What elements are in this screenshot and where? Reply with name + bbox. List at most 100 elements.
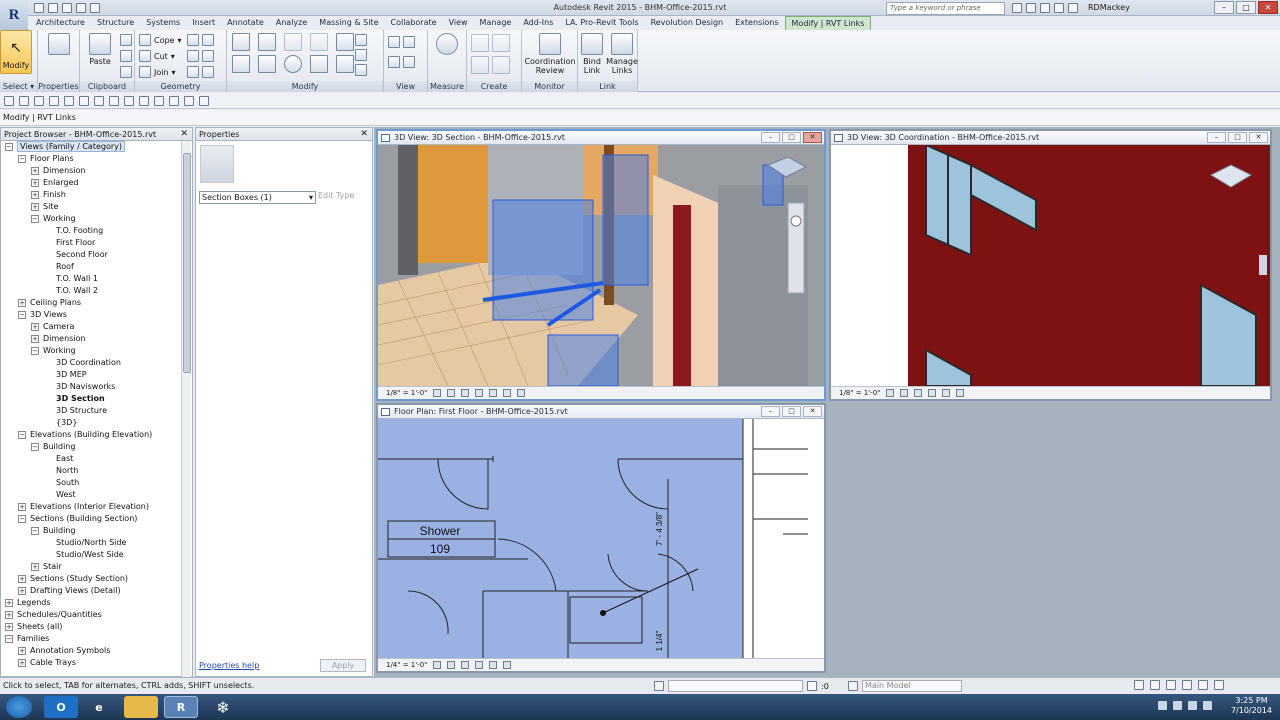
browser-item[interactable]: + Ceiling Plans xyxy=(1,297,181,309)
restore-view-icon[interactable]: □ xyxy=(782,406,801,417)
tab-insert[interactable]: Insert xyxy=(186,16,221,30)
undo-tb-icon[interactable] xyxy=(49,96,59,106)
browser-item[interactable]: T.O. Footing xyxy=(1,225,181,237)
expand-toggle-icon[interactable]: + xyxy=(18,658,26,667)
visual-style-icon[interactable] xyxy=(447,661,456,669)
expand-toggle-icon[interactable]: + xyxy=(31,178,39,187)
browser-item[interactable]: Roof xyxy=(1,261,181,273)
copy-element-icon[interactable] xyxy=(258,55,276,73)
select-by-face-icon[interactable] xyxy=(1182,680,1192,690)
measure-tb-icon[interactable] xyxy=(94,96,104,106)
tab-pro-revit-tools[interactable]: LA. Pro-Revit Tools xyxy=(559,16,644,30)
view-3d-coordination[interactable]: 3D View: 3D Coordination - BHM-Office-20… xyxy=(829,129,1272,401)
sun-path-icon[interactable] xyxy=(914,389,923,397)
hide-in-view-icon[interactable] xyxy=(388,36,400,48)
user-icon[interactable] xyxy=(1068,3,1078,13)
modify-button[interactable]: ↖ Modify xyxy=(0,30,32,74)
tab-view[interactable]: View xyxy=(443,16,474,30)
view-dropdown-icon[interactable] xyxy=(403,56,415,68)
select-dropdown[interactable]: Select ▾ xyxy=(0,81,37,92)
tab-annotate[interactable]: Annotate xyxy=(221,16,270,30)
close-view-icon[interactable]: ✕ xyxy=(1249,132,1268,143)
worksets-icon[interactable] xyxy=(654,681,664,691)
close-properties-icon[interactable]: ✕ xyxy=(360,128,368,141)
expand-toggle-icon[interactable]: + xyxy=(5,610,13,619)
system-clock[interactable]: 3:25 PM 7/10/2014 xyxy=(1231,696,1272,716)
select-underlay-icon[interactable] xyxy=(1150,680,1160,690)
view-3d-coordination-canvas[interactable] xyxy=(831,145,1270,386)
view-3d-section-canvas[interactable] xyxy=(378,145,824,386)
select-links-icon[interactable] xyxy=(1134,680,1144,690)
room-name-tag[interactable]: Shower xyxy=(420,524,461,538)
binoculars-icon[interactable] xyxy=(1012,3,1022,13)
expand-toggle-icon[interactable]: − xyxy=(31,214,39,223)
sun-path-icon[interactable] xyxy=(461,389,470,397)
expand-toggle-icon[interactable]: + xyxy=(18,586,26,595)
browser-item[interactable]: + Legends xyxy=(1,597,181,609)
browser-item[interactable]: − Floor Plans xyxy=(1,153,181,165)
browser-item[interactable]: North xyxy=(1,465,181,477)
expand-toggle-icon[interactable]: − xyxy=(31,526,39,535)
design-options-icon[interactable] xyxy=(848,681,858,691)
expand-toggle-icon[interactable]: − xyxy=(18,310,26,319)
detail-level-icon[interactable] xyxy=(886,389,895,397)
restore-view-icon[interactable]: □ xyxy=(1228,132,1247,143)
browser-item[interactable]: T.O. Wall 1 xyxy=(1,273,181,285)
browser-item[interactable]: − Working xyxy=(1,213,181,225)
browser-item[interactable]: 3D Section xyxy=(1,393,181,405)
mirror-draw-axis-icon[interactable] xyxy=(310,33,328,51)
tab-add-ins[interactable]: Add-Ins xyxy=(517,16,559,30)
browser-item[interactable]: − Working xyxy=(1,345,181,357)
apply-button[interactable]: Apply xyxy=(320,659,366,672)
room-number-tag[interactable]: 109 xyxy=(430,542,450,556)
revit-taskbar-icon[interactable]: R xyxy=(164,696,198,718)
view-3d-section[interactable]: 3D View: 3D Section - BHM-Office-2015.rv… xyxy=(376,129,826,401)
offset-icon[interactable] xyxy=(258,33,276,51)
close-icon[interactable]: ✕ xyxy=(1258,1,1278,14)
split-face-icon[interactable] xyxy=(202,34,214,46)
drag-on-selection-icon[interactable] xyxy=(1198,680,1208,690)
browser-item[interactable]: South xyxy=(1,477,181,489)
shadows-icon[interactable] xyxy=(928,389,937,397)
expand-toggle-icon[interactable]: − xyxy=(18,430,26,439)
temp-hide-icon[interactable] xyxy=(503,389,512,397)
internet-explorer-icon[interactable]: e xyxy=(82,696,116,718)
dimension-label-2[interactable]: 1 1/4" xyxy=(655,631,664,652)
view-scale[interactable]: 1/4" = 1'-0" xyxy=(386,659,427,671)
crop-view-icon[interactable] xyxy=(489,389,498,397)
create-group-icon[interactable] xyxy=(471,56,489,74)
browser-item[interactable]: East xyxy=(1,453,181,465)
print-icon[interactable] xyxy=(79,96,89,106)
view-floor-plan-canvas[interactable]: Shower 109 7' - 4 3/8" 1 1/4" xyxy=(378,419,824,658)
switch-windows-icon[interactable] xyxy=(199,96,209,106)
maximize-icon[interactable]: □ xyxy=(1236,1,1256,14)
expand-toggle-icon[interactable]: − xyxy=(18,514,26,523)
browser-item[interactable]: + Sections (Study Section) xyxy=(1,573,181,585)
crop-view-icon[interactable] xyxy=(489,661,498,669)
sun-path-icon[interactable] xyxy=(461,661,470,669)
mirror-pick-axis-icon[interactable] xyxy=(284,33,302,51)
tab-analyze[interactable]: Analyze xyxy=(270,16,314,30)
browser-item[interactable]: + Dimension xyxy=(1,165,181,177)
detail-level-icon[interactable] xyxy=(433,661,442,669)
close-view-icon[interactable]: ✕ xyxy=(803,132,822,143)
browser-item[interactable]: 3D MEP xyxy=(1,369,181,381)
expand-toggle-icon[interactable]: + xyxy=(31,166,39,175)
create-assembly-icon[interactable] xyxy=(471,34,489,52)
paste-button[interactable]: Paste xyxy=(82,33,118,77)
aligned-dimension-icon[interactable] xyxy=(109,96,119,106)
expand-toggle-icon[interactable]: + xyxy=(31,562,39,571)
browser-item[interactable]: + Enlarged xyxy=(1,177,181,189)
view-scale[interactable]: 1/8" = 1'-0" xyxy=(386,387,427,399)
browser-item[interactable]: + Sheets (all) xyxy=(1,621,181,633)
properties-help-link[interactable]: Properties help xyxy=(199,661,259,670)
view-floor-plan[interactable]: Floor Plan: First Floor - BHM-Office-201… xyxy=(376,403,826,673)
minimize-view-icon[interactable]: – xyxy=(1207,132,1226,143)
shadows-icon[interactable] xyxy=(475,661,484,669)
close-view-icon[interactable]: ✕ xyxy=(803,406,822,417)
browser-item[interactable]: − Sections (Building Section) xyxy=(1,513,181,525)
active-workset-select[interactable] xyxy=(668,680,803,692)
snowflake-app-icon[interactable]: ❄ xyxy=(206,696,240,718)
browser-item[interactable]: 3D Structure xyxy=(1,405,181,417)
browser-item[interactable]: T.O. Wall 2 xyxy=(1,285,181,297)
